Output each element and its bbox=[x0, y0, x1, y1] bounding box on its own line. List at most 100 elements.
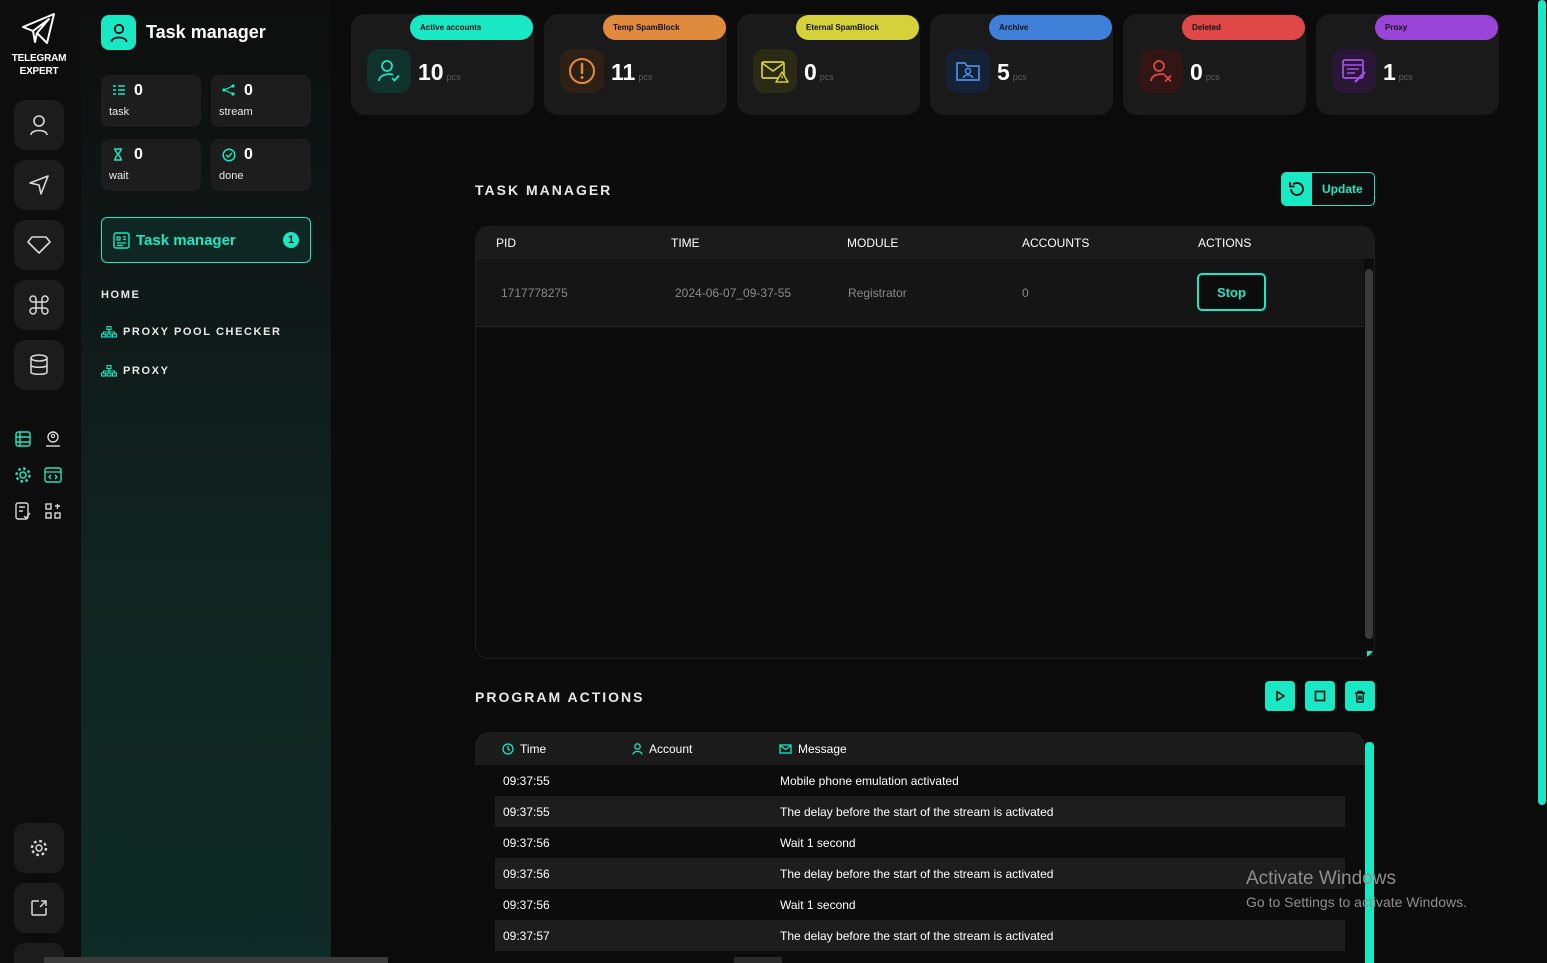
play-button[interactable] bbox=[1265, 681, 1295, 711]
log-row-time: 09:37:56 bbox=[503, 836, 550, 850]
rail-checklist-button[interactable] bbox=[12, 500, 34, 522]
rail-settings-button[interactable] bbox=[14, 823, 64, 873]
card-archive-value: 5 bbox=[997, 59, 1010, 85]
rail-send-button[interactable] bbox=[14, 160, 64, 210]
log-header: Time Account Message bbox=[475, 732, 1365, 765]
nav-proxy-pool-checker-label: PROXY POOL CHECKER bbox=[123, 326, 282, 338]
stat-done-value: 0 bbox=[244, 146, 253, 163]
card-eternal-spamblock[interactable]: Eternal SpamBlock 0 pcs bbox=[737, 14, 920, 115]
square-stop-icon bbox=[1314, 690, 1326, 702]
rail-location-button[interactable] bbox=[42, 428, 64, 450]
brand-logo[interactable]: TELEGRAM EXPERT bbox=[6, 12, 72, 78]
card-active-accounts-value: 10 bbox=[418, 59, 444, 85]
card-archive[interactable]: Archive 5 pcs bbox=[930, 14, 1113, 115]
brand-line-2: EXPERT bbox=[19, 66, 59, 77]
card-active-accounts-unit: pcs bbox=[446, 72, 461, 82]
program-actions-heading: PROGRAM ACTIONS bbox=[475, 689, 645, 705]
stat-wait-value: 0 bbox=[134, 146, 143, 163]
panel-title: Task manager bbox=[146, 22, 266, 42]
clear-log-button[interactable] bbox=[1345, 681, 1375, 711]
horizontal-scrollbar-thumb[interactable] bbox=[734, 957, 782, 963]
table-row: 1717778275 2024-06-07_09-37-55 Registrat… bbox=[476, 259, 1364, 327]
log-row-time: 09:37:56 bbox=[503, 898, 550, 912]
rail-premium-button[interactable] bbox=[14, 220, 64, 270]
nav-proxy-pool-checker[interactable]: PROXY POOL CHECKER bbox=[101, 326, 282, 338]
nav-home[interactable]: HOME bbox=[101, 289, 140, 301]
card-active-accounts[interactable]: Active accounts 10 pcs bbox=[351, 14, 534, 115]
card-proxy-value: 1 bbox=[1383, 59, 1396, 85]
log-scrollbar[interactable] bbox=[1365, 742, 1374, 963]
rail-settings-gear-button[interactable] bbox=[12, 464, 34, 486]
watermark-line-2: Go to Settings to activate Windows. bbox=[1246, 894, 1467, 910]
log-row-time: 09:37:57 bbox=[503, 929, 550, 943]
telegram-plane-icon bbox=[22, 13, 55, 44]
watermark-line-1: Activate Windows bbox=[1246, 868, 1396, 889]
log-col-time-label: Time bbox=[520, 742, 547, 756]
card-eternal-spamblock-value: 0 bbox=[804, 59, 817, 85]
user-icon bbox=[632, 743, 643, 755]
card-deleted[interactable]: Deleted 0 pcs bbox=[1123, 14, 1306, 115]
task-manager-table: PID TIME MODULE ACCOUNTS ACTIONS 1717778… bbox=[475, 226, 1375, 659]
resize-handle[interactable] bbox=[1367, 651, 1374, 658]
stat-done: 0 done bbox=[211, 139, 311, 191]
stat-done-label: done bbox=[219, 170, 244, 182]
gear-icon bbox=[15, 467, 31, 483]
clock-icon bbox=[502, 743, 514, 755]
rail-commands-button[interactable] bbox=[14, 280, 64, 330]
user-pin-icon bbox=[46, 431, 60, 447]
network-tree-icon bbox=[101, 365, 117, 377]
stop-button[interactable]: Stop bbox=[1197, 273, 1266, 311]
horizontal-scrollbar[interactable] bbox=[44, 957, 388, 963]
proxy-icon bbox=[1332, 49, 1376, 93]
update-button[interactable]: Update bbox=[1281, 172, 1375, 206]
diamond-icon bbox=[27, 236, 51, 254]
trash-icon bbox=[1355, 690, 1365, 703]
panel-user-icon bbox=[101, 15, 136, 50]
task-manager-button[interactable]: Task manager 1 bbox=[101, 217, 311, 263]
col-accounts: ACCOUNTS bbox=[1022, 236, 1090, 250]
row-pid: 1717778275 bbox=[501, 286, 568, 300]
left-rail: TELEGRAM EXPERT bbox=[0, 0, 81, 963]
log-row-message: The delay before the start of the stream… bbox=[780, 929, 1054, 943]
database-icon bbox=[30, 354, 48, 375]
nav-proxy[interactable]: PROXY bbox=[101, 365, 170, 377]
stop-all-button[interactable] bbox=[1305, 681, 1335, 711]
card-deleted-unit: pcs bbox=[1205, 72, 1220, 82]
log-row-time: 09:37:55 bbox=[503, 774, 550, 788]
card-archive-pill: Archive bbox=[989, 15, 1112, 40]
rail-accounts-button[interactable] bbox=[14, 100, 64, 150]
user-check-icon bbox=[367, 49, 411, 93]
warning-circle-icon bbox=[560, 49, 604, 93]
share-nodes-icon bbox=[222, 84, 235, 96]
stat-stream: 0 stream bbox=[211, 75, 311, 127]
card-eternal-spamblock-pill: Eternal SpamBlock bbox=[796, 15, 919, 40]
card-temp-spamblock-value: 11 bbox=[611, 59, 636, 85]
row-accounts: 0 bbox=[1022, 286, 1029, 300]
external-link-icon bbox=[31, 900, 47, 916]
play-icon bbox=[1276, 690, 1285, 702]
log-row: 09:37:55 The delay before the start of t… bbox=[495, 796, 1345, 827]
rail-external-button[interactable] bbox=[14, 883, 64, 933]
log-row: 09:37:57 The delay before the start of t… bbox=[495, 920, 1345, 951]
log-col-account-label: Account bbox=[649, 742, 693, 756]
folder-user-icon bbox=[946, 49, 990, 93]
hourglass-icon bbox=[114, 148, 122, 161]
card-proxy[interactable]: Proxy 1 pcs bbox=[1316, 14, 1499, 115]
rail-database-button[interactable] bbox=[14, 340, 64, 390]
nav-proxy-label: PROXY bbox=[123, 365, 170, 377]
page-scrollbar[interactable] bbox=[1538, 0, 1546, 805]
log-row-time: 09:37:55 bbox=[503, 805, 550, 819]
rail-widgets-button[interactable] bbox=[42, 500, 64, 522]
stat-stream-value: 0 bbox=[244, 82, 253, 99]
card-temp-spamblock-unit: pcs bbox=[638, 72, 653, 82]
rail-task-list-button[interactable] bbox=[12, 428, 34, 450]
rail-code-button[interactable] bbox=[42, 464, 64, 486]
stat-wait: 0 wait bbox=[101, 139, 201, 191]
row-time: 2024-06-07_09-37-55 bbox=[675, 286, 792, 300]
task-table-scrollbar[interactable] bbox=[1365, 269, 1373, 639]
user-x-icon bbox=[1139, 49, 1183, 93]
card-temp-spamblock[interactable]: Temp SpamBlock 11 pcs bbox=[544, 14, 727, 115]
stat-task-value: 0 bbox=[134, 82, 143, 99]
log-col-message: Message bbox=[779, 742, 847, 756]
log-row: 09:37:56 Wait 1 second bbox=[495, 827, 1345, 858]
